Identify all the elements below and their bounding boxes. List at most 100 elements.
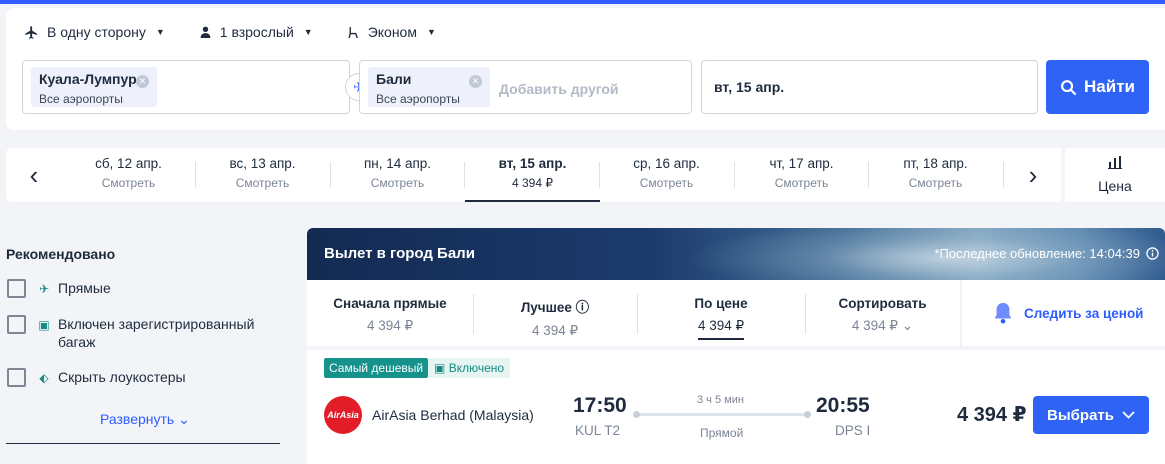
divider — [6, 443, 280, 444]
plane-icon — [25, 25, 38, 39]
cheapest-badge: Самый дешевый — [324, 358, 429, 378]
cabin-dropdown[interactable]: Эконом ▼ — [347, 24, 436, 40]
remove-origin-icon[interactable]: ✕ — [136, 75, 149, 88]
date-option-date: чт, 17 апр. — [769, 156, 834, 171]
date-option[interactable]: чт, 17 апр. Смотреть — [734, 148, 869, 202]
last-update: *Последнее обновление: 14:04:39 — [934, 246, 1159, 261]
airline-logo-text: AirAsia — [327, 410, 359, 420]
sort-price: 4 394 ₽ — [531, 323, 579, 338]
sort-price: 4 394 ₽ — [366, 318, 414, 333]
included-label: Включено — [448, 361, 505, 375]
sort-dropdown[interactable]: Сортировать 4 394 ₽ ⌄ — [805, 280, 960, 346]
chevron-down-icon: ⌄ — [174, 411, 190, 427]
person-icon — [200, 26, 211, 38]
next-dates-button[interactable]: › — [1009, 148, 1057, 202]
date-option-price: Смотреть — [908, 176, 963, 190]
date-option[interactable]: вс, 13 апр. Смотреть — [195, 148, 330, 202]
date-option[interactable]: пн, 14 апр. Смотреть — [330, 148, 465, 202]
filter-baggage[interactable]: ▣ Включен зарегистрированный багаж — [7, 315, 277, 351]
filters-title: Рекомендовано — [6, 246, 116, 262]
info-icon[interactable] — [1146, 247, 1159, 260]
chevron-down-icon — [1122, 411, 1135, 419]
top-accent-bar — [0, 0, 1165, 4]
sort-best[interactable]: Лучшее ⓘ 4 394 ₽ — [473, 280, 637, 346]
checkbox[interactable] — [7, 315, 26, 334]
expand-filters-link[interactable]: Развернуть ⌄ — [100, 411, 190, 428]
checkbox[interactable] — [7, 368, 26, 387]
included-badge: ▣ Включено — [428, 358, 511, 378]
trip-type-dropdown[interactable]: В одну сторону ▼ — [24, 24, 165, 40]
date-option-price: Смотреть — [370, 176, 425, 190]
route-line — [633, 411, 811, 418]
search-options: В одну сторону ▼ 1 взрослый ▼ Эконом ▼ — [24, 24, 436, 40]
sort-by-price[interactable]: По цене 4 394 ₽ — [637, 280, 805, 346]
date-option-selected[interactable]: вт, 15 апр. 4 394 ₽ — [465, 148, 600, 202]
baggage-icon: ▣ — [38, 318, 50, 332]
date-option-date: пт, 18 апр. — [903, 156, 968, 171]
sort-direct-first[interactable]: Сначала прямые 4 394 ₽ — [307, 280, 473, 346]
find-label: Найти — [1084, 77, 1135, 96]
expand-label: Развернуть — [100, 411, 175, 427]
ticket-price: 4 394 ₽ — [957, 404, 1027, 426]
chevron-right-icon: › — [1028, 159, 1038, 190]
ticket-card[interactable]: Самый дешевый ▣ Включено AirAsia AirAsia… — [307, 350, 1165, 464]
destination-airports: Все аэропорты — [376, 92, 460, 106]
banner-title: Вылет в город Бали — [324, 245, 475, 262]
filter-lowcost[interactable]: ⬖ Скрыть лоукостеры — [7, 368, 186, 387]
date-option[interactable]: пт, 18 апр. Смотреть — [868, 148, 1003, 202]
date-option[interactable]: ср, 16 апр. Смотреть — [599, 148, 734, 202]
passengers-label: 1 взрослый — [219, 24, 294, 40]
info-icon[interactable]: ⓘ — [576, 300, 590, 315]
find-button[interactable]: Найти — [1046, 60, 1149, 114]
date-option-price: Смотреть — [639, 176, 694, 190]
date-option-price: Смотреть — [101, 176, 156, 190]
date-option-price: Смотреть — [774, 176, 829, 190]
date-option-date: пн, 14 апр. — [363, 156, 432, 171]
checkbox[interactable] — [7, 279, 26, 298]
sort-label: Сортировать — [838, 296, 927, 311]
remove-destination-icon[interactable]: ✕ — [469, 75, 482, 88]
filter-direct[interactable]: ✈ Прямые — [7, 279, 111, 298]
origin-city: Куала-Лумпур — [39, 71, 137, 87]
airline-logo: AirAsia — [324, 396, 362, 434]
seat-icon — [348, 26, 358, 38]
tag-icon: ⬖ — [39, 371, 49, 385]
chevron-down-icon: ⌄ — [901, 318, 914, 333]
destination-city: Бали — [376, 71, 412, 87]
arrival-airport: DPS I — [835, 423, 871, 438]
select-label: Выбрать — [1047, 406, 1114, 424]
flight-duration: 3 ч 5 мин — [697, 394, 744, 406]
add-other-destination[interactable]: Добавить другой — [499, 81, 619, 97]
date-option-date: вт, 15 апр. — [498, 156, 567, 171]
filter-label: Скрыть лоукостеры — [58, 369, 186, 385]
trip-type-label: В одну сторону — [47, 24, 146, 40]
departure-time: 17:50 — [573, 394, 627, 417]
results-banner: Вылет в город Бали *Последнее обновление… — [307, 228, 1165, 280]
origin-field[interactable]: Куала-Лумпур Все аэропорты ✕ — [22, 60, 350, 114]
date-option-date: вс, 13 апр. — [229, 156, 296, 171]
origin-chip[interactable]: Куала-Лумпур Все аэропорты ✕ — [31, 67, 157, 107]
plane-takeoff-icon: ✈ — [38, 282, 50, 296]
date-strip: ‹ сб, 12 апр. Смотреть вс, 13 апр. Смотр… — [6, 148, 1061, 202]
origin-airports: Все аэропорты — [39, 92, 123, 106]
baggage-icon: ▣ — [434, 361, 446, 375]
sort-label: По цене — [694, 296, 748, 311]
follow-price-label: Следить за ценой — [1024, 305, 1144, 321]
search-icon — [1061, 79, 1077, 95]
select-button[interactable]: Выбрать — [1033, 396, 1149, 434]
stops-label: Прямой — [700, 426, 744, 440]
destination-field[interactable]: Бали Все аэропорты ✕ Добавить другой — [359, 60, 692, 114]
destination-chip[interactable]: Бали Все аэропорты ✕ — [368, 67, 490, 107]
passengers-dropdown[interactable]: 1 взрослый ▼ — [199, 24, 313, 40]
prev-dates-button[interactable]: ‹ — [10, 148, 58, 202]
date-option[interactable]: сб, 12 апр. Смотреть — [61, 148, 196, 202]
date-field[interactable]: вт, 15 апр. — [701, 60, 1038, 114]
date-option-date: ср, 16 апр. — [633, 156, 700, 171]
departure-airport: KUL T2 — [575, 423, 621, 438]
price-chart-tab[interactable]: Цена — [1065, 148, 1165, 202]
date-option-date: сб, 12 апр. — [95, 156, 162, 171]
follow-price-button[interactable]: Следить за ценой — [960, 280, 1165, 346]
filter-label: Включен зарегистрированный багаж — [58, 316, 255, 350]
sort-label: Лучшее ⓘ — [473, 296, 637, 316]
arrival-time: 20:55 — [816, 394, 870, 417]
